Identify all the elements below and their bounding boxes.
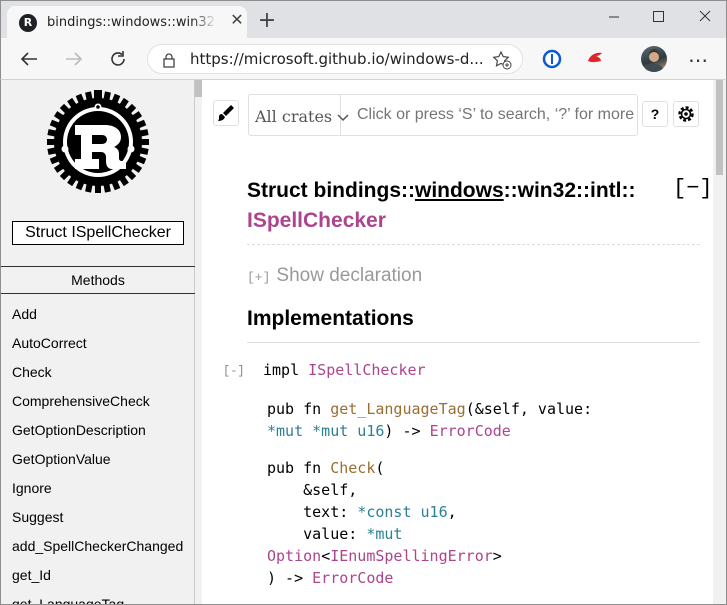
add-favorite-icon[interactable] <box>492 50 512 74</box>
show-declaration-label[interactable]: Show declaration <box>276 265 422 286</box>
lock-icon[interactable] <box>162 52 176 72</box>
rust-logo-icon[interactable] <box>45 89 151 195</box>
url-text[interactable]: https://microsoft.github.io/windows-d... <box>190 50 490 68</box>
fn-name-link[interactable]: get_LanguageTag <box>330 400 465 418</box>
return-type-link[interactable]: ErrorCode <box>430 422 511 440</box>
code-angle: < <box>321 547 331 565</box>
tab-title: bindings::windows::win32::intl::ISpellCh… <box>47 15 217 30</box>
theme-picker-icon[interactable] <box>213 100 239 126</box>
sidebar: Struct ISpellChecker Methods Add AutoCor… <box>1 80 195 604</box>
crates-dropdown[interactable]: All crates <box>249 95 349 135</box>
sidebar-scrollbar[interactable] <box>195 80 202 604</box>
search-input[interactable] <box>341 95 637 135</box>
method-get-languagetag: pub fn get_LanguageTag(&self, value: *mu… <box>267 398 592 442</box>
divider <box>247 342 700 343</box>
password-manager-icon[interactable] <box>542 49 562 69</box>
main-scrollbar[interactable] <box>713 80 726 604</box>
method-check: pub fn Check( &self, text: *const u16, v… <box>267 457 502 589</box>
help-button[interactable]: ? <box>642 101 668 127</box>
struct-name-box[interactable]: Struct ISpellChecker <box>12 221 184 245</box>
method-link-add[interactable]: Add <box>12 305 192 334</box>
tab-close-icon[interactable]: ✕ <box>229 12 245 28</box>
code-param: value: <box>267 525 367 543</box>
code-keyword: pub fn <box>267 459 331 477</box>
extension-icon[interactable] <box>585 49 605 69</box>
method-link-check[interactable]: Check <box>12 363 192 392</box>
impl-type-link[interactable]: ISpellChecker <box>308 361 425 379</box>
minimize-icon[interactable] <box>604 7 624 27</box>
browser-tab[interactable]: R bindings::windows::win32::intl::ISpell… <box>7 6 247 39</box>
method-link-autocorrect[interactable]: AutoCorrect <box>12 334 192 363</box>
fn-name-link[interactable]: Check <box>330 459 375 477</box>
method-link-getoptionvalue[interactable]: GetOptionValue <box>12 450 192 479</box>
option-type-link[interactable]: Option <box>267 547 321 565</box>
settings-gear-icon[interactable] <box>673 101 699 127</box>
title-path: ::win32::intl:: <box>503 179 636 202</box>
back-icon[interactable] <box>18 48 40 70</box>
code-self: &self, <box>267 481 358 499</box>
more-options-icon[interactable]: ⋯ <box>688 48 708 72</box>
rust-favicon-icon: R <box>19 14 37 32</box>
divider <box>247 244 700 245</box>
method-link-ignore[interactable]: Ignore <box>12 479 192 508</box>
impl-header: impl ISpellChecker <box>263 361 426 379</box>
code-primitive-link[interactable]: *mut <box>366 525 402 543</box>
title-prefix: Struct bindings:: <box>247 179 415 202</box>
page-content: Struct ISpellChecker Methods Add AutoCor… <box>0 80 727 605</box>
code-keyword: pub fn <box>267 400 331 418</box>
address-bar[interactable]: https://microsoft.github.io/windows-d... <box>147 44 523 74</box>
method-link-add-spellcheckerchanged[interactable]: add_SpellCheckerChanged <box>12 537 192 566</box>
code-comma: , <box>447 503 457 521</box>
refresh-icon[interactable] <box>107 48 129 70</box>
expand-toggle[interactable]: [+] <box>247 270 270 285</box>
profile-avatar[interactable] <box>641 46 667 72</box>
methods-list: Add AutoCorrect Check ComprehensiveCheck… <box>12 305 192 604</box>
forward-icon[interactable] <box>63 48 85 70</box>
page-title: Struct bindings::windows::win32::intl:: … <box>247 176 667 236</box>
return-type-link[interactable]: ErrorCode <box>312 569 393 587</box>
code-param: text: <box>267 503 358 521</box>
method-link-suggest[interactable]: Suggest <box>12 508 192 537</box>
window-close-icon[interactable] <box>695 7 715 27</box>
title-bar: R bindings::windows::win32::intl::ISpell… <box>0 0 727 39</box>
enum-type-link[interactable]: IEnumSpellingError <box>330 547 493 565</box>
implementations-heading[interactable]: Implementations <box>247 307 414 331</box>
browser-toolbar: https://microsoft.github.io/windows-d...… <box>0 38 727 80</box>
new-tab-icon[interactable]: + <box>257 10 277 32</box>
crates-dropdown-label: All crates <box>255 107 333 126</box>
show-declaration-toggle[interactable]: [+] Show declaration <box>247 265 422 287</box>
code-args: (&self, value: <box>465 400 593 418</box>
method-link-get-id[interactable]: get_Id <box>12 566 192 595</box>
impl-keyword: impl <box>263 361 300 379</box>
methods-heading[interactable]: Methods <box>1 266 195 294</box>
impl-collapse-toggle[interactable]: [-] <box>223 364 245 378</box>
collapse-all-toggle[interactable]: [−] <box>673 176 713 201</box>
method-link-getoptiondescription[interactable]: GetOptionDescription <box>12 421 192 450</box>
code-arrow: ) -> <box>267 569 313 587</box>
sidebar-scroll-thumb[interactable] <box>195 80 202 97</box>
windows-path-link[interactable]: windows <box>415 179 504 202</box>
code-primitive-link[interactable]: *mut *mut u16 <box>267 422 384 440</box>
maximize-icon[interactable] <box>648 7 668 27</box>
method-link-comprehensivecheck[interactable]: ComprehensiveCheck <box>12 392 192 421</box>
struct-name: ISpellChecker <box>247 209 386 232</box>
main-scroll-thumb[interactable] <box>716 80 723 175</box>
search-bar: All crates <box>248 94 638 136</box>
code-primitive-link[interactable]: *const u16 <box>357 503 447 521</box>
code-angle: > <box>492 547 502 565</box>
method-link-get-languagetag[interactable]: get_LanguageTag <box>12 595 192 604</box>
main-content: All crates ? Struct bindings::windows::w… <box>202 80 713 604</box>
code-paren: ( <box>375 459 385 477</box>
code-arrow: ) -> <box>384 422 430 440</box>
